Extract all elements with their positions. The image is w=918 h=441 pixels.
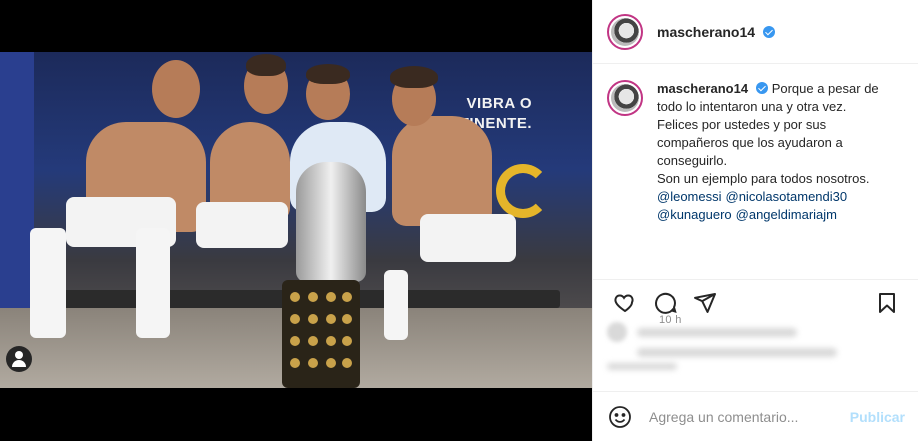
- mention-link[interactable]: @angeldimariajm: [736, 207, 837, 222]
- post-header: mascherano14: [593, 0, 918, 64]
- caption-username[interactable]: mascherano14: [657, 81, 748, 96]
- caption-row: mascherano14 Porque a pesar de todo lo i…: [607, 80, 904, 224]
- caption-line: todo lo intentaron una y otra vez.: [657, 99, 847, 114]
- post-media: VIBRA O CONTINENTE.: [0, 0, 592, 441]
- player-hair: [390, 66, 438, 88]
- mention-link[interactable]: @leomessi: [657, 189, 722, 204]
- author-avatar[interactable]: [607, 13, 643, 50]
- wall-logo: [496, 164, 550, 218]
- mention-link[interactable]: @kunaguero: [657, 207, 732, 222]
- bookmark-icon[interactable]: [867, 283, 907, 323]
- verified-badge-icon: [762, 25, 775, 38]
- player-hair: [306, 64, 350, 84]
- caption-line: compañeros que los ayudaron a: [657, 135, 843, 150]
- verified-badge-icon: [756, 82, 769, 94]
- mention-link[interactable]: @nicolasotamendi30: [726, 189, 848, 204]
- player-shorts: [196, 202, 288, 248]
- player-sock: [384, 270, 408, 340]
- comment-input[interactable]: [649, 408, 850, 425]
- author-username[interactable]: mascherano14: [657, 24, 775, 40]
- caption-text: mascherano14 Porque a pesar de todo lo i…: [657, 80, 897, 224]
- action-bar: [593, 281, 918, 325]
- comment-composer: Publicar: [593, 391, 918, 441]
- player-head: [152, 60, 200, 118]
- tagged-users-icon[interactable]: [6, 346, 32, 372]
- player-sock: [136, 228, 170, 338]
- player-shorts: [420, 214, 516, 262]
- publish-button[interactable]: Publicar: [850, 409, 905, 425]
- post-photo[interactable]: VIBRA O CONTINENTE.: [0, 52, 592, 388]
- trophy-base: [282, 280, 360, 388]
- caption-line: Felices por ustedes y por sus: [657, 117, 827, 132]
- player-hair: [246, 54, 286, 76]
- likes-summary-blurred: [607, 322, 907, 382]
- trophy-cup: [296, 162, 366, 282]
- player-sock: [30, 228, 66, 338]
- send-icon[interactable]: [685, 283, 725, 323]
- caption-line: conseguirlo.: [657, 153, 728, 168]
- post-sidebar: mascherano14 mascherano14 Porque a pesar…: [592, 0, 918, 441]
- comment-icon[interactable]: [645, 283, 685, 323]
- player-figure: [392, 116, 492, 226]
- caption-line: Son un ejemplo para todos nosotros.: [657, 171, 870, 186]
- caption-avatar[interactable]: [607, 80, 643, 116]
- emoji-icon[interactable]: [607, 404, 633, 430]
- caption-area: mascherano14 Porque a pesar de todo lo i…: [593, 64, 918, 326]
- caption-line: Porque a pesar de: [771, 81, 879, 96]
- wall-slogan-line: VIBRA O: [466, 95, 532, 112]
- author-username-text[interactable]: mascherano14: [657, 24, 755, 40]
- heart-icon[interactable]: [605, 283, 645, 323]
